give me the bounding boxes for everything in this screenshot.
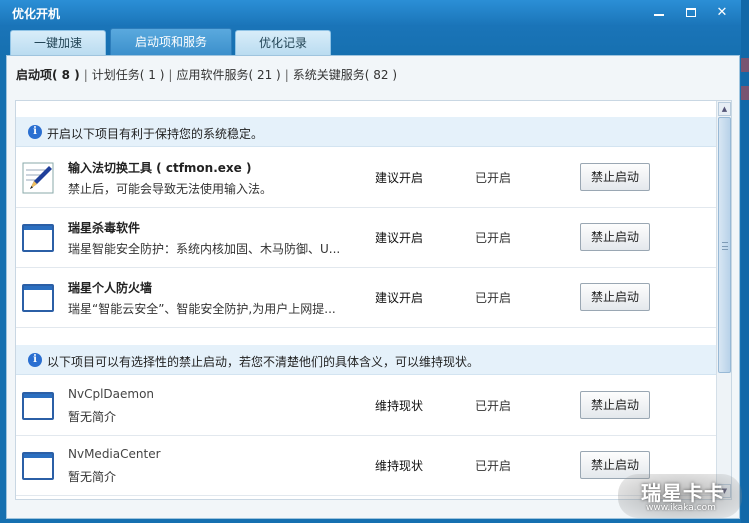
- title-bar[interactable]: 优化开机 ✕: [0, 0, 749, 26]
- info-icon: i: [28, 125, 42, 139]
- close-button[interactable]: ✕: [713, 4, 731, 22]
- item-description: 瑞星智能安全防护：系统内核加固、木马防御、U...: [68, 242, 341, 256]
- filter-label: 计划任务: [91, 68, 140, 82]
- window-app-icon: [22, 222, 54, 254]
- info-band-recommended: i 开启以下项目有利于保持您的系统稳定。: [16, 117, 717, 147]
- item-name: 瑞星个人防火墙: [68, 281, 153, 295]
- item-description: 暂无简介: [68, 470, 117, 484]
- filter-separator: |: [83, 68, 88, 82]
- list-item: 瑞星个人防火墙 瑞星“智能云安全”、智能安全防护,为用户上网提... 建议开启 …: [16, 268, 717, 328]
- minimize-icon: [654, 14, 664, 16]
- item-status: 已开启: [475, 459, 512, 473]
- edge-marker: [741, 86, 749, 100]
- disable-startup-button[interactable]: 禁止启动: [580, 283, 650, 311]
- filter-label: 启动项: [16, 68, 53, 82]
- filter-count: ( 8 ): [52, 68, 80, 82]
- item-description: 暂无简介: [68, 410, 117, 424]
- list-item: NvCplDaemon 暂无简介 维持现状 已开启 禁止启动: [16, 376, 717, 436]
- list-item: 瑞星杀毒软件 瑞星智能安全防护：系统内核加固、木马防御、U... 建议开启 已开…: [16, 208, 717, 268]
- item-status: 已开启: [475, 231, 512, 245]
- item-name: NvMediaCenter: [68, 447, 161, 461]
- item-description: 瑞星“智能云安全”、智能安全防护,为用户上网提...: [68, 302, 336, 316]
- watermark-url: www.ikaka.com: [646, 503, 716, 513]
- filter-label: 系统关键服务: [292, 68, 365, 82]
- edge-marker: [741, 58, 749, 72]
- tab-one-click-speedup[interactable]: 一键加速: [10, 30, 106, 56]
- scroll-up-arrow-icon[interactable]: ▲: [718, 102, 731, 116]
- item-name: NvCplDaemon: [68, 387, 155, 401]
- vertical-scrollbar[interactable]: ▲ ▼: [716, 101, 731, 499]
- minimize-button[interactable]: [650, 4, 668, 22]
- item-status: 已开启: [475, 291, 512, 305]
- filter-scheduled-tasks[interactable]: 计划任务( 1 ): [92, 68, 165, 82]
- watermark-brand: 瑞星卡卡: [641, 481, 725, 505]
- grip-icon: [722, 242, 728, 250]
- tab-startup-and-services[interactable]: 启动项和服务: [110, 28, 232, 56]
- category-filter-bar: 启动项( 8 ) | 计划任务( 1 ) | 应用软件服务( 21 ) | 系统关键服务( …: [16, 66, 397, 83]
- info-icon: i: [28, 353, 42, 367]
- filter-count: ( 1 ): [139, 68, 165, 82]
- watermark-logo: 瑞星卡卡 www.ikaka.com: [618, 474, 742, 518]
- list-item: NvMediaCenter 暂无简介 维持现状 已开启 禁止启动: [16, 436, 717, 496]
- window-app-icon: [22, 450, 54, 482]
- filter-count: ( 21 ): [248, 68, 281, 82]
- pen-app-icon: [22, 162, 54, 194]
- window-app-icon: [22, 390, 54, 422]
- scrollbar-thumb[interactable]: [718, 117, 731, 373]
- startup-item-list: i 开启以下项目有利于保持您的系统稳定。 输入法切换工具 ( ctfmon.ex…: [15, 100, 732, 500]
- disable-startup-button[interactable]: 禁止启动: [580, 391, 650, 419]
- item-description: 禁止后，可能会导致无法使用输入法。: [68, 182, 273, 196]
- filter-count: ( 82 ): [364, 68, 398, 82]
- info-band-optional: i 以下项目可以有选择性的禁止启动，若您不清楚他们的具体含义，可以维持现状。: [16, 345, 717, 375]
- item-recommendation: 维持现状: [375, 399, 424, 413]
- tab-optimize-history[interactable]: 优化记录: [235, 30, 331, 56]
- maximize-button[interactable]: [682, 4, 700, 22]
- disable-startup-button[interactable]: 禁止启动: [580, 163, 650, 191]
- filter-system-services[interactable]: 系统关键服务( 82 ): [293, 68, 397, 82]
- window-edge: [741, 0, 749, 523]
- disable-startup-button[interactable]: 禁止启动: [580, 223, 650, 251]
- item-name: 瑞星杀毒软件: [68, 221, 141, 235]
- filter-separator: |: [284, 68, 289, 82]
- item-status: 已开启: [475, 399, 512, 413]
- close-icon: ✕: [716, 5, 728, 20]
- item-status: 已开启: [475, 171, 512, 185]
- window-app-icon: [22, 282, 54, 314]
- filter-startup-items[interactable]: 启动项( 8 ): [16, 68, 80, 82]
- optimize-startup-window: 优化开机 ✕ 一键加速 启动项和服务 优化记录 启动项( 8 ) | 计划任务( 1…: [0, 0, 749, 523]
- filter-app-services[interactable]: 应用软件服务( 21 ): [176, 68, 280, 82]
- list-item: 输入法切换工具 ( ctfmon.exe ) 禁止后，可能会导致无法使用输入法。…: [16, 148, 717, 208]
- filter-label: 应用软件服务: [176, 68, 249, 82]
- item-recommendation: 维持现状: [375, 459, 424, 473]
- filter-separator: |: [168, 68, 173, 82]
- info-text: 开启以下项目有利于保持您的系统稳定。: [47, 127, 264, 141]
- item-recommendation: 建议开启: [375, 291, 424, 305]
- item-recommendation: 建议开启: [375, 231, 424, 245]
- item-name: 输入法切换工具 ( ctfmon.exe ): [68, 161, 252, 175]
- item-recommendation: 建议开启: [375, 171, 424, 185]
- window-title: 优化开机: [12, 7, 61, 21]
- maximize-icon: [686, 8, 696, 17]
- info-text: 以下项目可以有选择性的禁止启动，若您不清楚他们的具体含义，可以维持现状。: [47, 355, 480, 369]
